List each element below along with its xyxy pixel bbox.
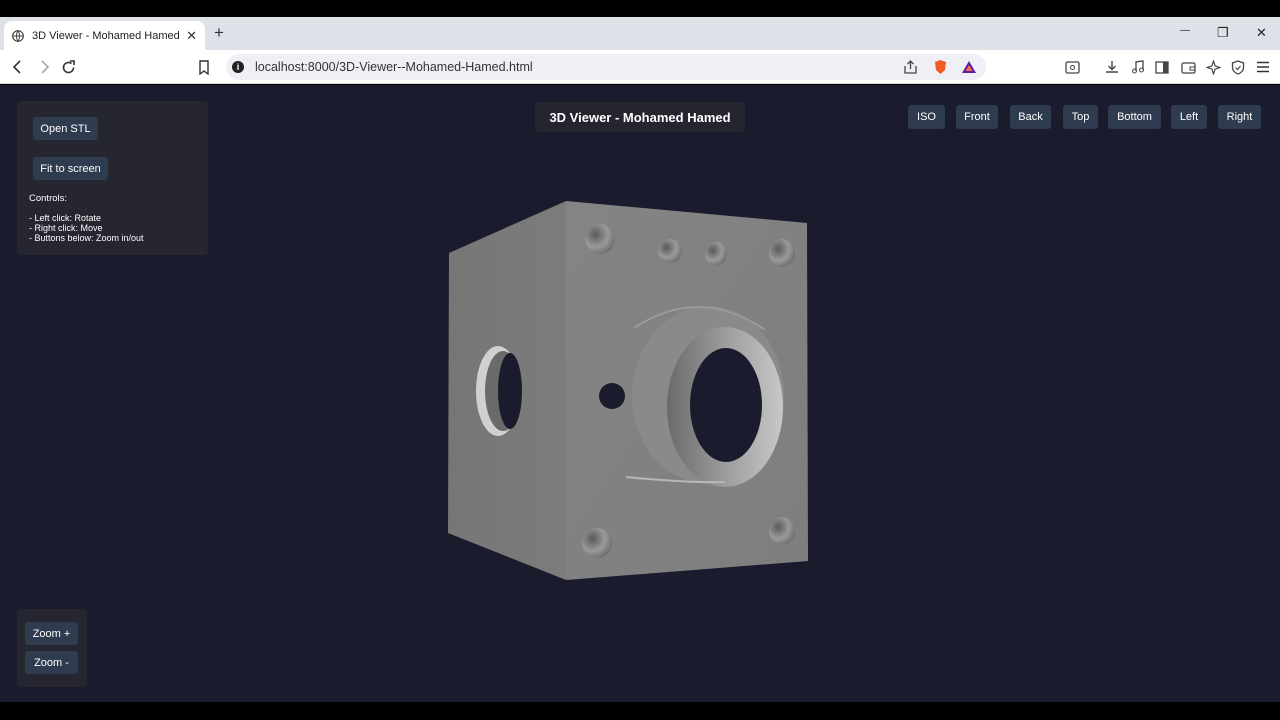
controls-help: - Left click: Rotate - Right click: Move… xyxy=(29,213,144,243)
help-line-move: - Right click: Move xyxy=(29,223,103,233)
view-front-button[interactable]: Front xyxy=(956,105,998,129)
bookmark-icon[interactable] xyxy=(196,59,212,75)
page-title: 3D Viewer - Mohamed Hamed xyxy=(535,102,745,132)
sidebar-icon[interactable] xyxy=(1154,59,1170,75)
browser-tab[interactable]: 3D Viewer - Mohamed Hamed ✕ xyxy=(4,21,205,50)
view-bottom-button[interactable]: Bottom xyxy=(1108,105,1161,129)
url-text: localhost:8000/3D-Viewer--Mohamed-Hamed.… xyxy=(255,60,533,74)
help-line-rotate: - Left click: Rotate xyxy=(29,213,102,223)
controls-heading: Controls: xyxy=(29,193,68,204)
globe-icon xyxy=(12,29,24,42)
leo-ai-icon[interactable] xyxy=(1205,59,1221,75)
controls-panel: Open STL Fit to screen Controls: - Left … xyxy=(17,101,208,255)
media-icon[interactable] xyxy=(1130,59,1146,75)
minimize-button[interactable]: — xyxy=(1180,25,1190,36)
browser-toolbar: i localhost:8000/3D-Viewer--Mohamed-Hame… xyxy=(0,50,1280,84)
view-top-button[interactable]: Top xyxy=(1063,105,1098,129)
fit-to-screen-button[interactable]: Fit to screen xyxy=(33,157,108,180)
screen-bottom-edge xyxy=(0,702,1280,720)
screen-top-edge xyxy=(0,0,1280,17)
share-icon[interactable] xyxy=(902,59,918,75)
download-icon[interactable] xyxy=(1104,59,1120,75)
back-icon[interactable] xyxy=(10,59,26,75)
zoom-out-button[interactable]: Zoom - xyxy=(25,651,78,674)
vpn-shield-icon[interactable] xyxy=(1230,59,1246,75)
tab-strip: 3D Viewer - Mohamed Hamed ✕ + — ❐ ✕ xyxy=(0,17,1280,50)
view-right-button[interactable]: Right xyxy=(1218,105,1261,129)
brave-rewards-icon[interactable] xyxy=(961,59,977,75)
new-tab-button[interactable]: + xyxy=(214,23,224,43)
view-back-button[interactable]: Back xyxy=(1010,105,1051,129)
zoom-panel: Zoom + Zoom - xyxy=(17,609,87,687)
menu-icon[interactable] xyxy=(1255,59,1271,75)
brave-shield-icon[interactable] xyxy=(932,59,948,75)
forward-icon[interactable] xyxy=(36,59,52,75)
wallet-icon[interactable] xyxy=(1180,59,1196,75)
help-line-zoom: - Buttons below: Zoom in/out xyxy=(29,233,144,243)
view-left-button[interactable]: Left xyxy=(1171,105,1207,129)
open-stl-button[interactable]: Open STL xyxy=(33,117,98,140)
site-info-icon[interactable]: i xyxy=(232,61,244,73)
tab-title: 3D Viewer - Mohamed Hamed xyxy=(32,29,180,42)
view-iso-button[interactable]: ISO xyxy=(908,105,945,129)
reload-icon[interactable] xyxy=(60,59,76,75)
restore-button[interactable]: ❐ xyxy=(1217,25,1229,41)
address-bar[interactable]: i localhost:8000/3D-Viewer--Mohamed-Hame… xyxy=(226,54,986,80)
window-close-button[interactable]: ✕ xyxy=(1256,25,1267,41)
tab-close-icon[interactable]: ✕ xyxy=(186,28,197,44)
3d-viewport[interactable]: Open STL Fit to screen Controls: - Left … xyxy=(0,85,1280,702)
zoom-in-button[interactable]: Zoom + xyxy=(25,622,78,645)
screenshot-icon[interactable] xyxy=(1064,59,1080,75)
